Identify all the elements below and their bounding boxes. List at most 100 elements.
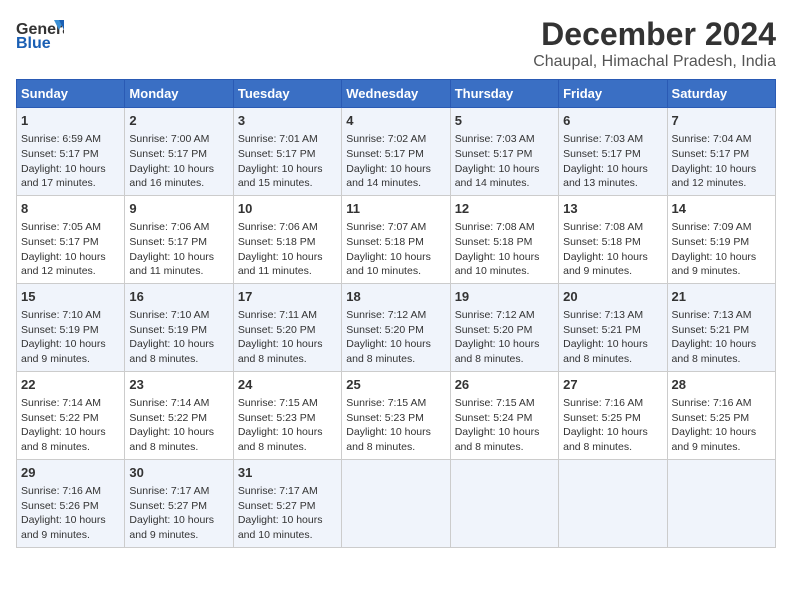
sunset-text: Sunset: 5:21 PM: [672, 324, 750, 336]
day-cell: [559, 459, 667, 547]
day-cell: 7Sunrise: 7:04 AMSunset: 5:17 PMDaylight…: [667, 108, 775, 196]
sunrise-text: Sunrise: 7:17 AM: [238, 485, 318, 497]
day-number: 26: [455, 376, 554, 394]
col-header-saturday: Saturday: [667, 80, 775, 108]
day-number: 16: [129, 288, 228, 306]
day-cell: 18Sunrise: 7:12 AMSunset: 5:20 PMDayligh…: [342, 283, 450, 371]
logo-icon: General Blue: [16, 16, 64, 52]
sunrise-text: Sunrise: 7:13 AM: [672, 309, 752, 321]
week-row-5: 29Sunrise: 7:16 AMSunset: 5:26 PMDayligh…: [17, 459, 776, 547]
day-number: 18: [346, 288, 445, 306]
sunrise-text: Sunrise: 7:15 AM: [346, 397, 426, 409]
sunrise-text: Sunrise: 7:12 AM: [346, 309, 426, 321]
day-cell: 19Sunrise: 7:12 AMSunset: 5:20 PMDayligh…: [450, 283, 558, 371]
day-number: 31: [238, 464, 337, 482]
day-number: 27: [563, 376, 662, 394]
day-cell: 9Sunrise: 7:06 AMSunset: 5:17 PMDaylight…: [125, 195, 233, 283]
daylight-text: Daylight: 10 hours and 8 minutes.: [563, 338, 648, 365]
day-cell: [667, 459, 775, 547]
sunset-text: Sunset: 5:22 PM: [129, 412, 207, 424]
column-headers: SundayMondayTuesdayWednesdayThursdayFrid…: [17, 80, 776, 108]
daylight-text: Daylight: 10 hours and 8 minutes.: [21, 426, 106, 453]
page-header: General Blue December 2024 Chaupal, Hima…: [16, 16, 776, 71]
sunrise-text: Sunrise: 7:03 AM: [455, 133, 535, 145]
daylight-text: Daylight: 10 hours and 8 minutes.: [672, 338, 757, 365]
sunrise-text: Sunrise: 7:15 AM: [238, 397, 318, 409]
daylight-text: Daylight: 10 hours and 8 minutes.: [238, 338, 323, 365]
day-number: 30: [129, 464, 228, 482]
sunset-text: Sunset: 5:17 PM: [238, 148, 316, 160]
col-header-sunday: Sunday: [17, 80, 125, 108]
daylight-text: Daylight: 10 hours and 17 minutes.: [21, 163, 106, 190]
sunset-text: Sunset: 5:25 PM: [672, 412, 750, 424]
week-row-1: 1Sunrise: 6:59 AMSunset: 5:17 PMDaylight…: [17, 108, 776, 196]
day-number: 10: [238, 200, 337, 218]
day-cell: 24Sunrise: 7:15 AMSunset: 5:23 PMDayligh…: [233, 371, 341, 459]
day-number: 23: [129, 376, 228, 394]
sunset-text: Sunset: 5:20 PM: [346, 324, 424, 336]
daylight-text: Daylight: 10 hours and 10 minutes.: [346, 251, 431, 278]
sunrise-text: Sunrise: 7:11 AM: [238, 309, 317, 321]
sunrise-text: Sunrise: 7:07 AM: [346, 221, 426, 233]
sunset-text: Sunset: 5:19 PM: [672, 236, 750, 248]
sunrise-text: Sunrise: 7:08 AM: [455, 221, 535, 233]
subtitle: Chaupal, Himachal Pradesh, India: [533, 53, 776, 71]
daylight-text: Daylight: 10 hours and 9 minutes.: [21, 514, 106, 541]
day-cell: 2Sunrise: 7:00 AMSunset: 5:17 PMDaylight…: [125, 108, 233, 196]
daylight-text: Daylight: 10 hours and 9 minutes.: [672, 426, 757, 453]
col-header-wednesday: Wednesday: [342, 80, 450, 108]
daylight-text: Daylight: 10 hours and 10 minutes.: [455, 251, 540, 278]
sunset-text: Sunset: 5:22 PM: [21, 412, 99, 424]
sunset-text: Sunset: 5:26 PM: [21, 500, 99, 512]
day-cell: 26Sunrise: 7:15 AMSunset: 5:24 PMDayligh…: [450, 371, 558, 459]
day-number: 1: [21, 112, 120, 130]
day-number: 14: [672, 200, 771, 218]
day-number: 20: [563, 288, 662, 306]
title-block: December 2024 Chaupal, Himachal Pradesh,…: [533, 16, 776, 71]
sunset-text: Sunset: 5:27 PM: [129, 500, 207, 512]
day-cell: 6Sunrise: 7:03 AMSunset: 5:17 PMDaylight…: [559, 108, 667, 196]
sunrise-text: Sunrise: 7:16 AM: [672, 397, 752, 409]
sunset-text: Sunset: 5:18 PM: [455, 236, 533, 248]
week-row-4: 22Sunrise: 7:14 AMSunset: 5:22 PMDayligh…: [17, 371, 776, 459]
day-cell: 28Sunrise: 7:16 AMSunset: 5:25 PMDayligh…: [667, 371, 775, 459]
sunrise-text: Sunrise: 7:16 AM: [563, 397, 643, 409]
sunrise-text: Sunrise: 7:16 AM: [21, 485, 101, 497]
daylight-text: Daylight: 10 hours and 16 minutes.: [129, 163, 214, 190]
logo: General Blue: [16, 16, 64, 52]
sunrise-text: Sunrise: 7:01 AM: [238, 133, 318, 145]
sunset-text: Sunset: 5:17 PM: [346, 148, 424, 160]
col-header-friday: Friday: [559, 80, 667, 108]
sunrise-text: Sunrise: 7:04 AM: [672, 133, 752, 145]
sunset-text: Sunset: 5:19 PM: [21, 324, 99, 336]
daylight-text: Daylight: 10 hours and 12 minutes.: [21, 251, 106, 278]
daylight-text: Daylight: 10 hours and 9 minutes.: [21, 338, 106, 365]
sunrise-text: Sunrise: 7:03 AM: [563, 133, 643, 145]
sunset-text: Sunset: 5:17 PM: [129, 148, 207, 160]
day-cell: 20Sunrise: 7:13 AMSunset: 5:21 PMDayligh…: [559, 283, 667, 371]
sunset-text: Sunset: 5:21 PM: [563, 324, 641, 336]
sunset-text: Sunset: 5:18 PM: [238, 236, 316, 248]
sunrise-text: Sunrise: 7:15 AM: [455, 397, 535, 409]
day-cell: 13Sunrise: 7:08 AMSunset: 5:18 PMDayligh…: [559, 195, 667, 283]
sunset-text: Sunset: 5:23 PM: [238, 412, 316, 424]
day-cell: 1Sunrise: 6:59 AMSunset: 5:17 PMDaylight…: [17, 108, 125, 196]
col-header-tuesday: Tuesday: [233, 80, 341, 108]
day-cell: [450, 459, 558, 547]
daylight-text: Daylight: 10 hours and 8 minutes.: [455, 426, 540, 453]
day-cell: 23Sunrise: 7:14 AMSunset: 5:22 PMDayligh…: [125, 371, 233, 459]
day-number: 8: [21, 200, 120, 218]
daylight-text: Daylight: 10 hours and 8 minutes.: [346, 426, 431, 453]
day-number: 17: [238, 288, 337, 306]
daylight-text: Daylight: 10 hours and 15 minutes.: [238, 163, 323, 190]
day-cell: 22Sunrise: 7:14 AMSunset: 5:22 PMDayligh…: [17, 371, 125, 459]
daylight-text: Daylight: 10 hours and 8 minutes.: [129, 338, 214, 365]
daylight-text: Daylight: 10 hours and 8 minutes.: [129, 426, 214, 453]
sunset-text: Sunset: 5:17 PM: [563, 148, 641, 160]
day-number: 3: [238, 112, 337, 130]
sunrise-text: Sunrise: 7:08 AM: [563, 221, 643, 233]
col-header-monday: Monday: [125, 80, 233, 108]
sunrise-text: Sunrise: 7:09 AM: [672, 221, 752, 233]
day-cell: 17Sunrise: 7:11 AMSunset: 5:20 PMDayligh…: [233, 283, 341, 371]
sunset-text: Sunset: 5:23 PM: [346, 412, 424, 424]
